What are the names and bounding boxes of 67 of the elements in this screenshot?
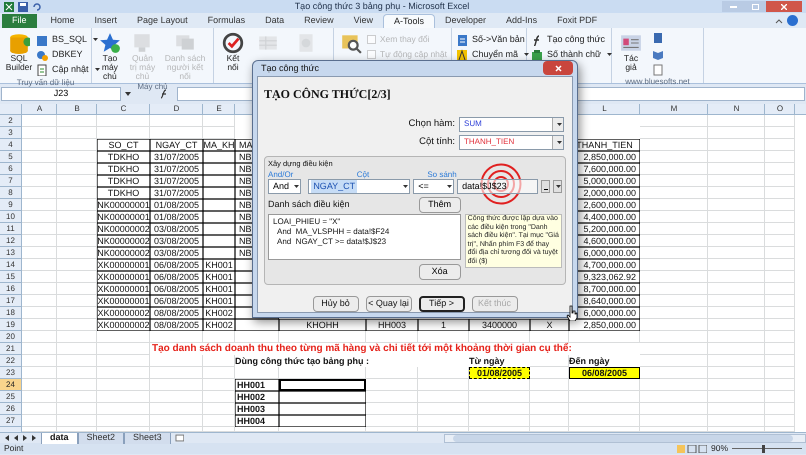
group-label: Truy vấn dữ liệu — [16, 76, 74, 88]
field-label: Chọn hàm: — [408, 117, 455, 132]
dialog-title: Tạo công thức — [261, 62, 320, 75]
table-cell: NK00000002 — [97, 235, 150, 247]
table-cell: 31/07/2005 — [150, 151, 203, 163]
table-cell: HH004 — [235, 415, 279, 427]
table-cell: 3400000 — [469, 319, 530, 331]
zoom-level: 90% — [710, 442, 728, 455]
table-cell: 08/08/2005 — [150, 319, 203, 331]
status-mode: Point — [4, 442, 24, 455]
table-cell: XK00000002 — [97, 319, 150, 331]
table-cell: XK00000002 — [97, 307, 150, 319]
table-cell: 08/08/2005 — [150, 307, 203, 319]
sheet-label: Đến ngày — [569, 355, 611, 367]
sheet-label: Từ ngày — [469, 355, 506, 367]
table-cell: TDKHO — [97, 163, 150, 175]
table-cell: NK00000001 — [97, 211, 150, 223]
table-cell: 2,850,000.00 — [569, 319, 640, 331]
table-cell: 31/07/2005 — [150, 163, 203, 175]
table-cell: 31/07/2005 — [150, 187, 203, 199]
table-cell: NK00000002 — [97, 223, 150, 235]
table-cell: 06/08/2005 — [150, 283, 203, 295]
table-cell: HH003 — [366, 319, 418, 331]
table-cell: NGAY_CT — [150, 139, 203, 151]
table-cell: X — [530, 319, 569, 331]
dialog-heading: TẠO CÔNG THỨC[2/3] — [264, 86, 391, 103]
table-cell: 03/08/2005 — [150, 223, 203, 235]
sheet-label: Dùng công thức tạo bảng phụ : — [235, 355, 370, 367]
table-cell: KH002 — [203, 319, 235, 331]
table-cell: 03/08/2005 — [150, 235, 203, 247]
date-cell: 01/08/2005 — [469, 367, 530, 379]
table-cell: 06/08/2005 — [150, 295, 203, 307]
table-cell: MA_KH — [203, 139, 235, 151]
window-title: Tạo công thức 3 bảng phụ - Microsoft Excel — [294, 0, 470, 13]
table-cell: SO_CT — [97, 139, 150, 151]
table-cell: 01/08/2005 — [150, 211, 203, 223]
field-label: Cột tính: — [419, 135, 455, 150]
table-cell: NK00000002 — [97, 247, 150, 259]
table-cell: TDKHO — [97, 187, 150, 199]
table-cell: TDKHO — [97, 175, 150, 187]
table-cell: 01/08/2005 — [150, 199, 203, 211]
table-cell: HH003 — [235, 403, 279, 415]
group-label: Máy chủ — [137, 80, 168, 92]
table-cell: TDKHO — [97, 151, 150, 163]
group-label: www.bluesofts.net — [625, 76, 690, 88]
table-cell: XK00000001 — [97, 283, 150, 295]
table-cell: 1 — [418, 319, 469, 331]
table-cell: 06/08/2005 — [150, 259, 203, 271]
table-cell: HH001 — [235, 379, 279, 391]
table-cell: KH001 — [203, 295, 235, 307]
date-cell: 06/08/2005 — [569, 367, 640, 379]
table-cell: 03/08/2005 — [150, 247, 203, 259]
table-cell: 31/07/2005 — [150, 175, 203, 187]
table-cell: NK00000001 — [97, 199, 150, 211]
table-cell: KH001 — [203, 283, 235, 295]
table-cell: KH001 — [203, 259, 235, 271]
table-cell: KHOHH — [279, 319, 366, 331]
column-label: So sánh — [426, 169, 458, 179]
sheet-heading: Tạo danh sách doanh thu theo từng mã hàng và chi tiết tới một khoảng thời gian cụ thể: — [151, 343, 573, 355]
table-cell: XK00000001 — [97, 259, 150, 271]
table-cell: HH002 — [235, 391, 279, 403]
table-cell: KH001 — [203, 271, 235, 283]
column-label: Cột — [356, 169, 370, 179]
table-cell: XK00000001 — [97, 271, 150, 283]
table-cell: 06/08/2005 — [150, 271, 203, 283]
table-cell: KH002 — [203, 307, 235, 319]
table-cell: XK00000001 — [97, 295, 150, 307]
